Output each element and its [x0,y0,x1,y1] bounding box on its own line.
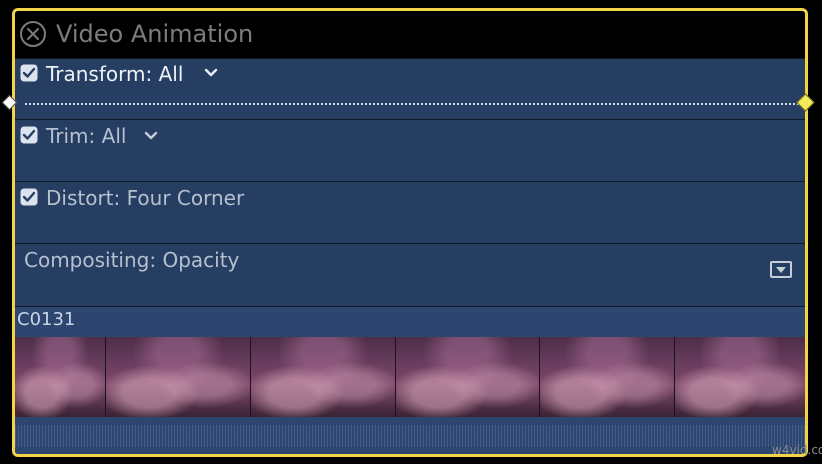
compositing-label: Compositing: Opacity [24,248,240,272]
audio-waveform-area[interactable] [15,417,805,454]
filmstrip-frame [540,337,675,417]
clip-name-bar[interactable]: C0131 [15,306,805,337]
checkbox-checked-icon[interactable] [20,188,38,206]
popup-menu-icon[interactable] [770,261,792,278]
chevron-down-icon[interactable] [204,68,218,78]
trim-label: Trim: All [46,124,127,148]
panel-title: Video Animation [56,20,254,48]
distort-row[interactable]: Distort: Four Corner [15,181,805,243]
filmstrip-frame [675,337,805,417]
transform-row[interactable]: Transform: All [15,58,805,120]
audio-waveform [15,425,805,447]
distort-label: Distort: Four Corner [46,186,245,210]
keyframe-curve-line[interactable] [25,103,803,105]
filmstrip-frame [251,337,396,417]
checkbox-checked-icon[interactable] [20,64,38,82]
video-animation-editor: Video Animation Transform: All Trim: All… [12,8,808,457]
chevron-down-icon[interactable] [144,131,158,141]
clip-name: C0131 [17,309,76,330]
transform-label: Transform: All [46,62,184,86]
title-bar: Video Animation [15,11,805,58]
filmstrip-frame [15,337,106,417]
compositing-row[interactable]: Compositing: Opacity [15,243,805,306]
trim-row[interactable]: Trim: All [15,119,805,181]
clip-filmstrip[interactable] [15,337,805,417]
filmstrip-frame [396,337,540,417]
close-icon[interactable] [19,20,47,48]
watermark: w4vid.com [772,443,822,457]
checkbox-checked-icon[interactable] [20,126,38,144]
filmstrip-frame [106,337,251,417]
